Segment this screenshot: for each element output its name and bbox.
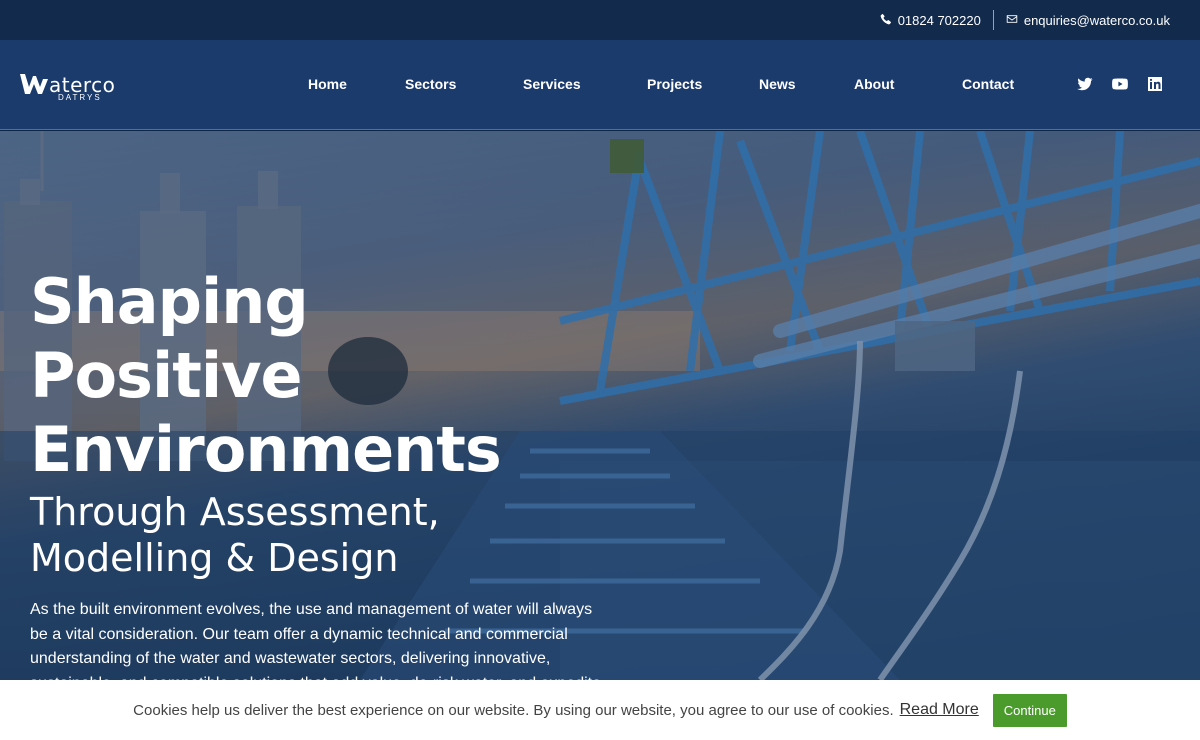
hero-subtitle-line-2: Modelling & Design (30, 536, 399, 580)
envelope-icon (1006, 13, 1018, 28)
nav-home[interactable]: Home (308, 76, 347, 92)
hero-description-line-3: understanding of the water and wastewate… (30, 650, 551, 667)
email-address[interactable]: enquiries@waterco.co.uk (1024, 13, 1170, 28)
hero-title-line-3: Environments (30, 413, 502, 486)
email-link[interactable]: enquiries@waterco.co.uk (1006, 13, 1170, 28)
topbar-divider (992, 10, 994, 30)
logo-w-icon (20, 74, 48, 94)
main-navigation: aterco DATRYS Home Sectors Services Proj… (0, 40, 1200, 130)
hero-description: As the built environment evolves, the us… (30, 598, 610, 680)
hero-description-line-2: be a vital consideration. Our team offer… (30, 625, 568, 643)
phone-number[interactable]: 01824 702220 (898, 13, 981, 28)
hero-title: Shaping Positive Environments (30, 265, 502, 487)
hero-title-line-1: Shaping (30, 265, 309, 338)
hero-description-line-1: As the built environment evolves, the us… (30, 601, 593, 618)
cookie-continue-button[interactable]: Continue (992, 693, 1067, 727)
twitter-icon[interactable] (1077, 76, 1093, 97)
cookie-message: Cookies help us deliver the best experie… (133, 701, 894, 719)
nav-services[interactable]: Services (523, 76, 581, 92)
youtube-icon[interactable] (1112, 76, 1128, 97)
nav-sectors[interactable]: Sectors (405, 76, 456, 92)
phone-link[interactable]: 01824 702220 (880, 13, 981, 28)
linkedin-icon[interactable] (1147, 76, 1163, 97)
waterco-logo[interactable]: aterco DATRYS (20, 72, 115, 102)
top-contact-bar: 01824 702220 enquiries@waterco.co.uk (0, 0, 1200, 40)
social-links (1077, 76, 1163, 97)
nav-about[interactable]: About (854, 76, 894, 92)
nav-news[interactable]: News (759, 76, 796, 92)
hero-description-line-4: sustainable, and compatible solutions th… (30, 672, 610, 681)
hero-title-line-2: Positive (30, 339, 303, 412)
phone-icon (880, 13, 892, 28)
hero-banner: Shaping Positive Environments Through As… (0, 131, 1200, 680)
hero-subtitle: Through Assessment, Modelling & Design (30, 489, 440, 581)
nav-contact[interactable]: Contact (962, 76, 1014, 92)
cookie-consent-bar: Cookies help us deliver the best experie… (0, 680, 1200, 740)
logo-subtitle: DATRYS (58, 93, 102, 102)
nav-projects[interactable]: Projects (647, 76, 702, 92)
hero-subtitle-line-1: Through Assessment, (30, 490, 440, 534)
cookie-read-more-link[interactable]: Read More (900, 701, 979, 719)
